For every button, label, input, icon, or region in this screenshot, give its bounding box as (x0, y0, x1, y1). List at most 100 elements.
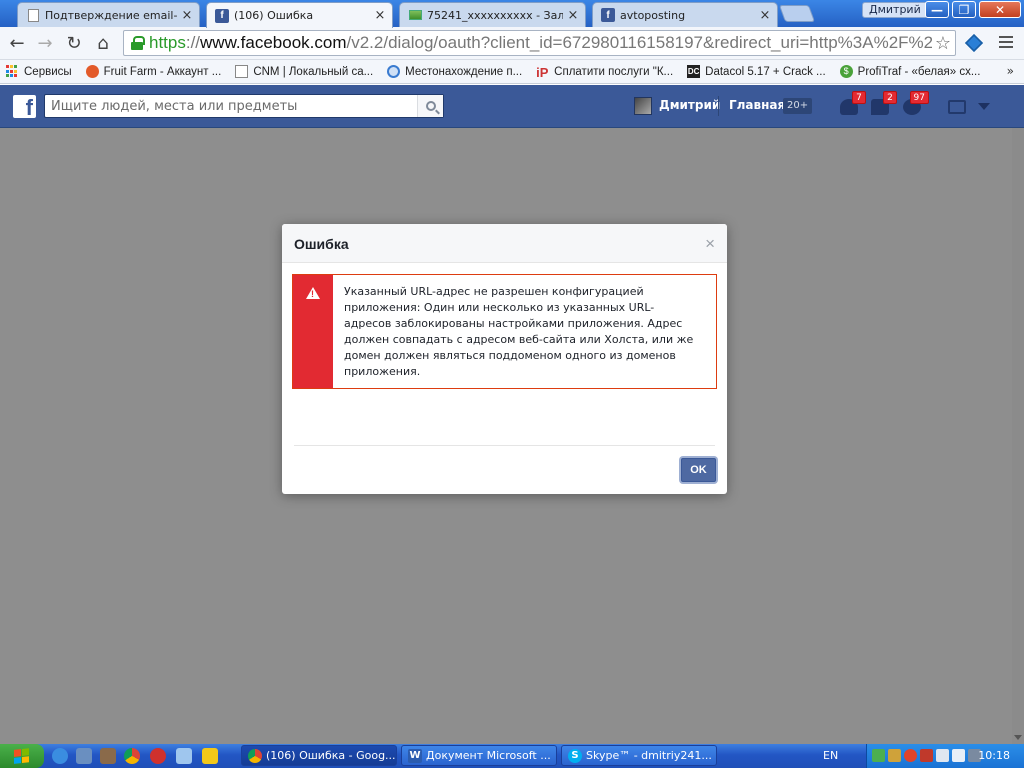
extension-icon[interactable] (964, 33, 984, 53)
document-icon (26, 8, 40, 22)
tab-close-icon[interactable]: × (759, 8, 771, 23)
browser-tab-strip: Подтверждение email-а - В × f (106) Ошиб… (0, 0, 1024, 28)
tab-title: avtoposting (620, 8, 686, 22)
tab-avtoposting[interactable]: f avtoposting × (592, 2, 778, 27)
clock[interactable]: 10:18 (978, 749, 1010, 762)
home-icon[interactable]: ⌂ (92, 32, 114, 54)
antivirus-icon[interactable] (904, 749, 917, 762)
task-label: Документ Microsoft ... (426, 749, 551, 762)
tab-close-icon[interactable]: × (374, 8, 386, 23)
opera-icon[interactable] (150, 748, 166, 764)
volume-icon[interactable] (952, 749, 965, 762)
address-url[interactable]: https://www.facebook.com/v2.2/dialog/oau… (149, 33, 944, 53)
bookmark-profitraf[interactable]: $ ProfiTraf - «белая» сх... (839, 65, 981, 78)
taskbar-item-chrome[interactable]: (106) Ошибка - Goog... (241, 745, 397, 766)
search-button[interactable] (417, 95, 443, 117)
friend-requests-button[interactable]: 7 (838, 91, 866, 117)
ok-button[interactable]: OK (681, 458, 716, 482)
skype-icon: S (568, 748, 582, 763)
bookmark-label: Datacol 5.17 + Crack ... (705, 65, 826, 78)
error-message: Указанный URL-адрес не разрешен конфигур… (344, 285, 694, 378)
bookmark-payments[interactable]: iP Сплатити послуги "К... (536, 65, 673, 80)
chrome-icon[interactable] (124, 748, 140, 764)
minimize-button[interactable]: — (925, 1, 949, 18)
url-host: www.facebook.com (200, 33, 347, 52)
bookmark-cnm[interactable]: CNM | Локальный са... (235, 65, 373, 78)
search-icon (425, 101, 436, 111)
reload-icon[interactable]: ↻ (63, 32, 85, 54)
bookmark-label: Сервисы (24, 65, 72, 78)
bookmark-services[interactable]: Сервисы (6, 65, 72, 78)
home-link[interactable]: Главная (729, 98, 785, 112)
globe-icon (387, 65, 401, 78)
facebook-search (44, 94, 444, 118)
back-arrow-icon[interactable]: ← (6, 32, 28, 54)
bookmark-label: ProfiTraf - «белая» сх... (857, 65, 981, 78)
start-button[interactable] (0, 744, 44, 768)
search-input[interactable] (45, 95, 417, 117)
maximize-button[interactable]: ❐ (952, 1, 976, 18)
bookmark-datacol[interactable]: DC Datacol 5.17 + Crack ... (687, 65, 826, 78)
facebook-icon: f (215, 8, 229, 23)
dialog-divider (294, 445, 715, 446)
bookmark-star-icon[interactable]: ☆ (931, 33, 951, 54)
bookmark-location[interactable]: Местонахождение п... (387, 65, 522, 78)
address-bar[interactable]: https://www.facebook.com/v2.2/dialog/oau… (123, 30, 956, 56)
facebook-icon: f (601, 8, 615, 22)
scroll-down-arrow-icon[interactable] (1014, 735, 1022, 740)
tab-title: Подтверждение email-а - В (45, 8, 177, 22)
url-scheme: https (149, 33, 186, 52)
page-scrollbar[interactable] (1012, 128, 1024, 744)
close-window-button[interactable]: ✕ (979, 1, 1021, 18)
chrome-menu-icon[interactable] (999, 36, 1013, 48)
fruit-icon (85, 65, 99, 78)
internet-explorer-icon[interactable] (52, 748, 68, 764)
close-icon[interactable]: × (705, 234, 715, 254)
error-dialog: Ошибка × Указанный URL-адрес не разрешен… (282, 224, 727, 494)
tab-close-icon[interactable]: × (181, 8, 193, 23)
tab-title: (106) Ошибка (234, 9, 314, 22)
show-desktop-icon[interactable] (76, 748, 92, 764)
messenger-icon[interactable] (202, 748, 218, 764)
image-icon (408, 8, 422, 22)
app-tray-icon[interactable] (888, 749, 901, 762)
forward-arrow-icon[interactable]: → (34, 32, 56, 54)
tab-upload[interactable]: 75241_xxxxxxxxxx - Залив × (399, 2, 586, 27)
language-indicator[interactable]: EN (823, 749, 838, 762)
browser-toolbar: ← → ↻ ⌂ https://www.facebook.com/v2.2/di… (0, 27, 1024, 60)
task-label: (106) Ошибка - Goog... (266, 749, 396, 762)
new-tab-button[interactable] (778, 5, 816, 22)
task-label: Skype™ - dmitriy241... (586, 749, 712, 762)
account-menu-caret-icon[interactable] (978, 103, 990, 110)
tab-close-icon[interactable]: × (567, 8, 579, 23)
lock-icon (131, 36, 145, 50)
tab-error[interactable]: f (106) Ошибка × (206, 2, 393, 28)
document-icon (235, 65, 249, 78)
bookmarks-overflow-button[interactable]: » (1007, 64, 1014, 78)
taskbar-item-skype[interactable]: S Skype™ - dmitriy241... (561, 745, 717, 766)
network-icon[interactable] (176, 748, 192, 764)
privacy-shortcuts-icon[interactable] (948, 100, 966, 114)
avatar[interactable] (634, 97, 652, 115)
tab-title: 75241_xxxxxxxxxx - Залив (427, 8, 563, 22)
notifications-button[interactable]: 97 (901, 91, 929, 117)
ip-icon: iP (536, 65, 549, 80)
taskbar-item-word[interactable]: W Документ Microsoft ... (401, 745, 557, 766)
warning-icon (306, 287, 320, 299)
window-user-badge[interactable]: Дмитрий (862, 2, 928, 18)
tab-email-confirmation[interactable]: Подтверждение email-а - В × (17, 2, 200, 27)
windows-taskbar: (106) Ошибка - Goog... W Документ Micros… (0, 744, 1024, 768)
network-status-icon[interactable] (920, 749, 933, 762)
messages-button[interactable]: 2 (869, 91, 897, 117)
bookmark-label: Fruit Farm - Аккаунт ... (103, 65, 222, 78)
monitor-icon[interactable] (936, 749, 949, 762)
profile-link[interactable]: Дмитрий (659, 98, 720, 112)
dialog-header: Ошибка × (282, 224, 727, 263)
package-icon[interactable] (100, 748, 116, 764)
checkmark-icon[interactable] (872, 749, 885, 762)
url-path: /v2.2/dialog/oauth?client_id=67298011615… (346, 33, 944, 52)
bookmark-fruit-farm[interactable]: Fruit Farm - Аккаунт ... (85, 65, 222, 78)
home-count-badge: 20+ (783, 98, 813, 114)
profitraf-icon: $ (839, 65, 853, 78)
facebook-logo-icon[interactable]: f (13, 95, 36, 118)
